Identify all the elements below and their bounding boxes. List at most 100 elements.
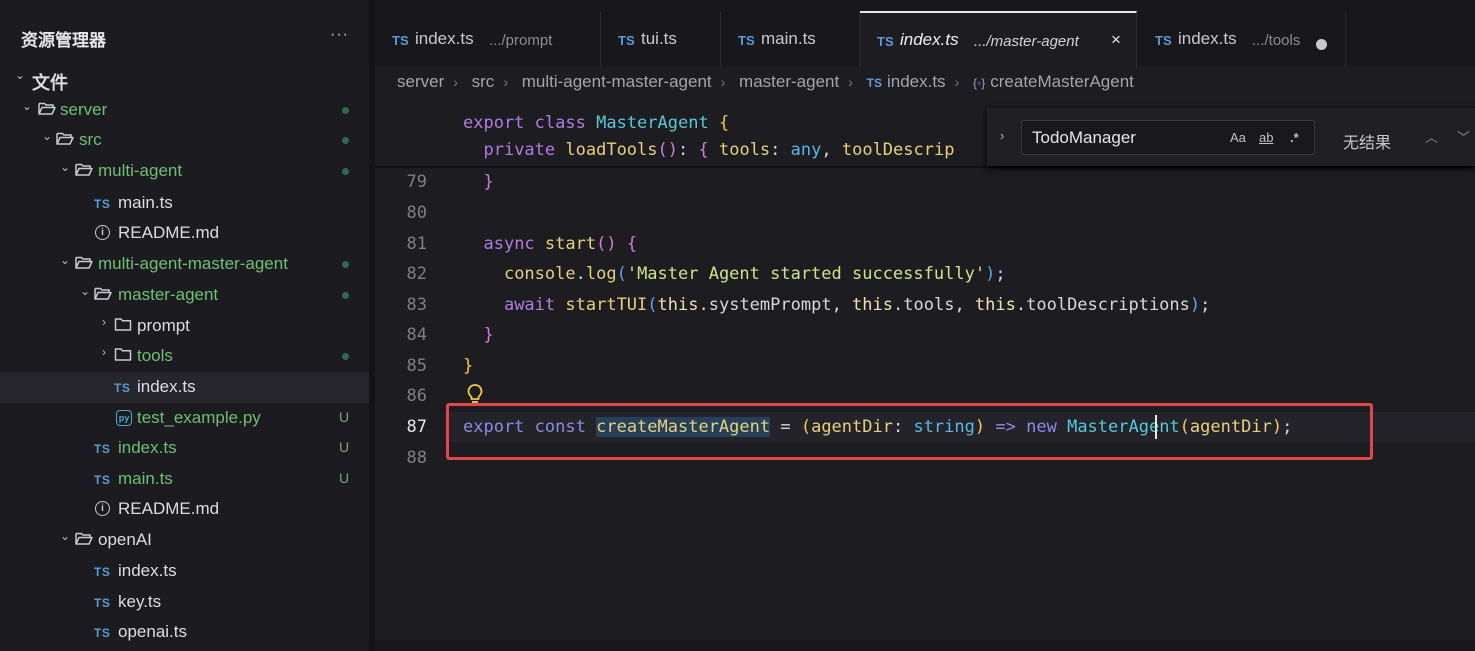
line-number: 84 (406, 325, 427, 345)
tree-item[interactable]: TS openai.ts (0, 617, 369, 648)
code-line[interactable]: async start() { (463, 234, 637, 254)
tree-item-label: test_example.py (137, 408, 261, 427)
explorer-sidebar: 资源管理器 ··· ⌄ 文件 ⌄ server ⌄ src ⌄ multi-agent TS… (0, 0, 369, 651)
line-number: 82 (406, 264, 427, 284)
tree-item[interactable]: TS index.ts (0, 372, 369, 403)
sticky-line-class[interactable]: export class MasterAgent { (463, 113, 729, 133)
find-result-count: 无结果 (1343, 135, 1392, 152)
editor-tab-bar: TS index.ts .../prompt TS tui.ts TS main… (375, 0, 1475, 68)
tab-index-master-agent[interactable]: TS index.ts .../master-agent × (860, 11, 1137, 68)
tree-item[interactable]: i README.md (0, 494, 369, 525)
tab-tui[interactable]: TS tui.ts (601, 12, 721, 67)
tree-item-label: index.ts (137, 377, 196, 396)
tree-item[interactable]: py test_example.py U (0, 403, 369, 434)
lightbulb-icon[interactable] (466, 383, 484, 405)
line-number: 83 (406, 295, 427, 315)
match-case-icon[interactable]: Aa (1230, 130, 1246, 145)
chevron-right-icon: › (503, 74, 508, 90)
breadcrumb: server › src › multi-agent-master-agent › m… (397, 72, 1134, 92)
tab-label: index.ts (900, 30, 959, 49)
folder-icon (114, 347, 132, 367)
typescript-icon: TS (94, 473, 111, 487)
line-number: 88 (406, 448, 427, 468)
line-number: 81 (406, 234, 427, 254)
section-label: 文件 (32, 73, 68, 93)
info-icon: i (95, 225, 110, 240)
close-icon[interactable]: × (1111, 30, 1121, 50)
tree-item-label: src (79, 130, 102, 149)
tree-item[interactable]: TS key.ts (0, 587, 369, 618)
tab-index-tools[interactable]: TS index.ts .../tools (1138, 12, 1346, 67)
tree-item[interactable]: ⌄ multi-agent (0, 156, 369, 187)
sticky-line-method[interactable]: private loadTools(): { tools: any, toolD… (463, 140, 954, 160)
line-number: 80 (406, 203, 427, 223)
tree-item[interactable]: TS index.ts U (0, 433, 369, 464)
tree-item[interactable]: ⌄ master-agent (0, 280, 369, 311)
tree-item-label: openai.ts (118, 622, 187, 641)
code-line[interactable]: console.log('Master Agent started succes… (463, 264, 1006, 284)
next-match-icon[interactable]: ﹀ (1457, 127, 1470, 146)
tree-item[interactable]: › prompt (0, 311, 369, 342)
match-whole-word-icon[interactable]: ab (1259, 130, 1273, 145)
tab-label: tui.ts (641, 29, 677, 48)
unsaved-dot-icon[interactable] (1316, 39, 1327, 50)
line-number: 79 (406, 172, 427, 192)
typescript-icon: TS (94, 197, 111, 211)
breadcrumb-item[interactable]: server (397, 72, 444, 92)
code-line[interactable]: } (463, 356, 473, 376)
tree-item[interactable]: ⌄ server (0, 95, 369, 126)
chevron-right-icon: › (954, 74, 960, 90)
typescript-icon: TS (94, 626, 111, 640)
previous-match-icon[interactable]: ︿ (1425, 127, 1438, 146)
tree-item[interactable]: i README.md (0, 218, 369, 249)
symbol-method-icon: {◦} (972, 76, 986, 90)
typescript-icon: TS (114, 381, 131, 395)
tree-item-label: index.ts (118, 561, 177, 580)
git-status-dot-icon (342, 168, 349, 175)
tree-item-label: index.ts (118, 438, 177, 457)
breadcrumb-item[interactable]: master-agent (739, 72, 839, 92)
typescript-icon: TS (392, 33, 409, 48)
tree-item-label: main.ts (118, 193, 173, 212)
tree-item[interactable]: ⌄ openAI (0, 525, 369, 556)
breadcrumb-item[interactable]: src (472, 72, 495, 92)
code-line[interactable]: await startTUI(this.systemPrompt, this.t… (463, 295, 1210, 315)
tab-index-prompt[interactable]: TS index.ts .../prompt (375, 12, 601, 67)
breadcrumb-item[interactable]: multi-agent-master-agent (522, 72, 712, 92)
toggle-replace-chevron-icon[interactable]: › (1000, 128, 1004, 143)
code-line[interactable]: } (463, 325, 493, 345)
folder-open-icon (75, 162, 93, 182)
horizontal-scrollbar[interactable] (375, 640, 1475, 651)
find-input-value[interactable]: TodoManager (1032, 128, 1136, 148)
tree-item[interactable]: ⌄ src (0, 125, 369, 156)
tree-item[interactable]: › tools (0, 341, 369, 372)
tab-main[interactable]: TS main.ts (721, 12, 860, 67)
chevron-down-icon: ⌄ (14, 68, 26, 82)
more-actions-icon[interactable]: ··· (330, 26, 349, 44)
tree-item[interactable]: TS index.ts (0, 556, 369, 587)
chevron-down-icon: ⌄ (59, 160, 71, 174)
typescript-icon: TS (94, 442, 111, 456)
breadcrumb-item[interactable]: index.ts (887, 72, 946, 92)
tree-item-label: master-agent (118, 285, 219, 304)
line-number: 86 (406, 386, 427, 406)
tab-label: index.ts (1178, 29, 1237, 48)
tree-item[interactable]: TS main.ts U (0, 464, 369, 495)
chevron-right-icon: › (848, 74, 853, 90)
find-input[interactable]: TodoManager Aa ab .* (1021, 120, 1315, 155)
sticky-scroll-divider (375, 166, 1475, 168)
text-cursor (1155, 415, 1157, 439)
use-regex-icon[interactable]: .* (1290, 130, 1299, 145)
tree-item[interactable]: TS main.ts (0, 188, 369, 219)
folder-open-icon (38, 101, 56, 121)
tree-item[interactable]: ⌄ multi-agent-master-agent (0, 249, 369, 280)
breadcrumb-item[interactable]: createMasterAgent (990, 72, 1134, 92)
files-section-header[interactable]: ⌄ 文件 (0, 64, 369, 95)
typescript-icon: TS (94, 565, 111, 579)
tree-item-label: multi-agent-master-agent (98, 254, 288, 273)
folder-open-icon (56, 131, 74, 151)
chevron-down-icon: ⌄ (59, 253, 71, 267)
code-line[interactable]: } (463, 172, 493, 192)
explorer-title: 资源管理器 (21, 31, 106, 50)
code-editor[interactable] (375, 100, 1475, 651)
